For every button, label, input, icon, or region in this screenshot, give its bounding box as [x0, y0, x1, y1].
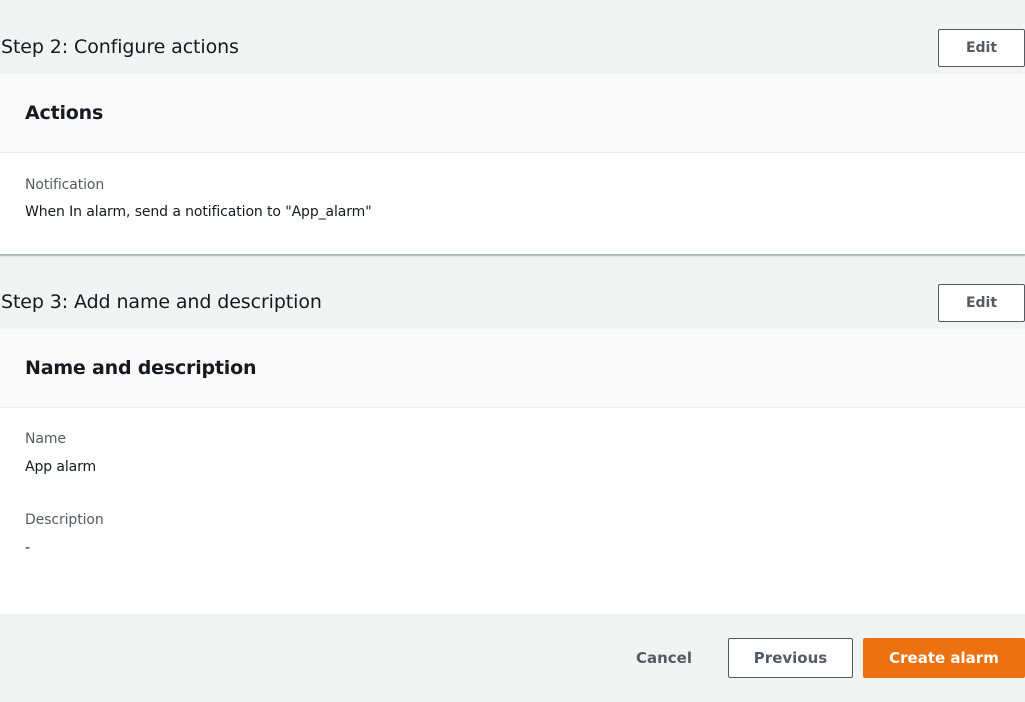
- name-value: App alarm: [25, 459, 97, 475]
- review-page: Step 2: Configure actions Edit Actions N…: [0, 0, 1025, 702]
- step-3-title: Step 3: Add name and description: [1, 291, 322, 313]
- step-2-header: Step 2: Configure actions Edit: [0, 29, 1025, 69]
- step-3-edit-button[interactable]: Edit: [938, 284, 1025, 322]
- name-description-card-title: Name and description: [25, 357, 257, 379]
- notification-label: Notification: [25, 177, 105, 193]
- description-value: -: [25, 540, 30, 556]
- create-alarm-button[interactable]: Create alarm: [863, 638, 1025, 678]
- name-description-card: Name and description Name App alarm Desc…: [0, 329, 1025, 615]
- actions-card-header: Actions: [0, 74, 1025, 153]
- step-2-edit-button[interactable]: Edit: [938, 29, 1025, 67]
- step-3-header: Step 3: Add name and description Edit: [0, 284, 1025, 324]
- footer-actions: Cancel Previous Create alarm: [0, 614, 1025, 702]
- previous-button[interactable]: Previous: [728, 638, 853, 678]
- name-label: Name: [25, 431, 66, 447]
- actions-card: Actions Notification When In alarm, send…: [0, 74, 1025, 255]
- description-label: Description: [25, 512, 104, 528]
- notification-value: When In alarm, send a notification to "A…: [25, 204, 372, 220]
- name-description-card-header: Name and description: [0, 329, 1025, 408]
- cancel-button[interactable]: Cancel: [610, 638, 718, 678]
- actions-card-title: Actions: [25, 102, 104, 124]
- step-2-title: Step 2: Configure actions: [1, 36, 239, 58]
